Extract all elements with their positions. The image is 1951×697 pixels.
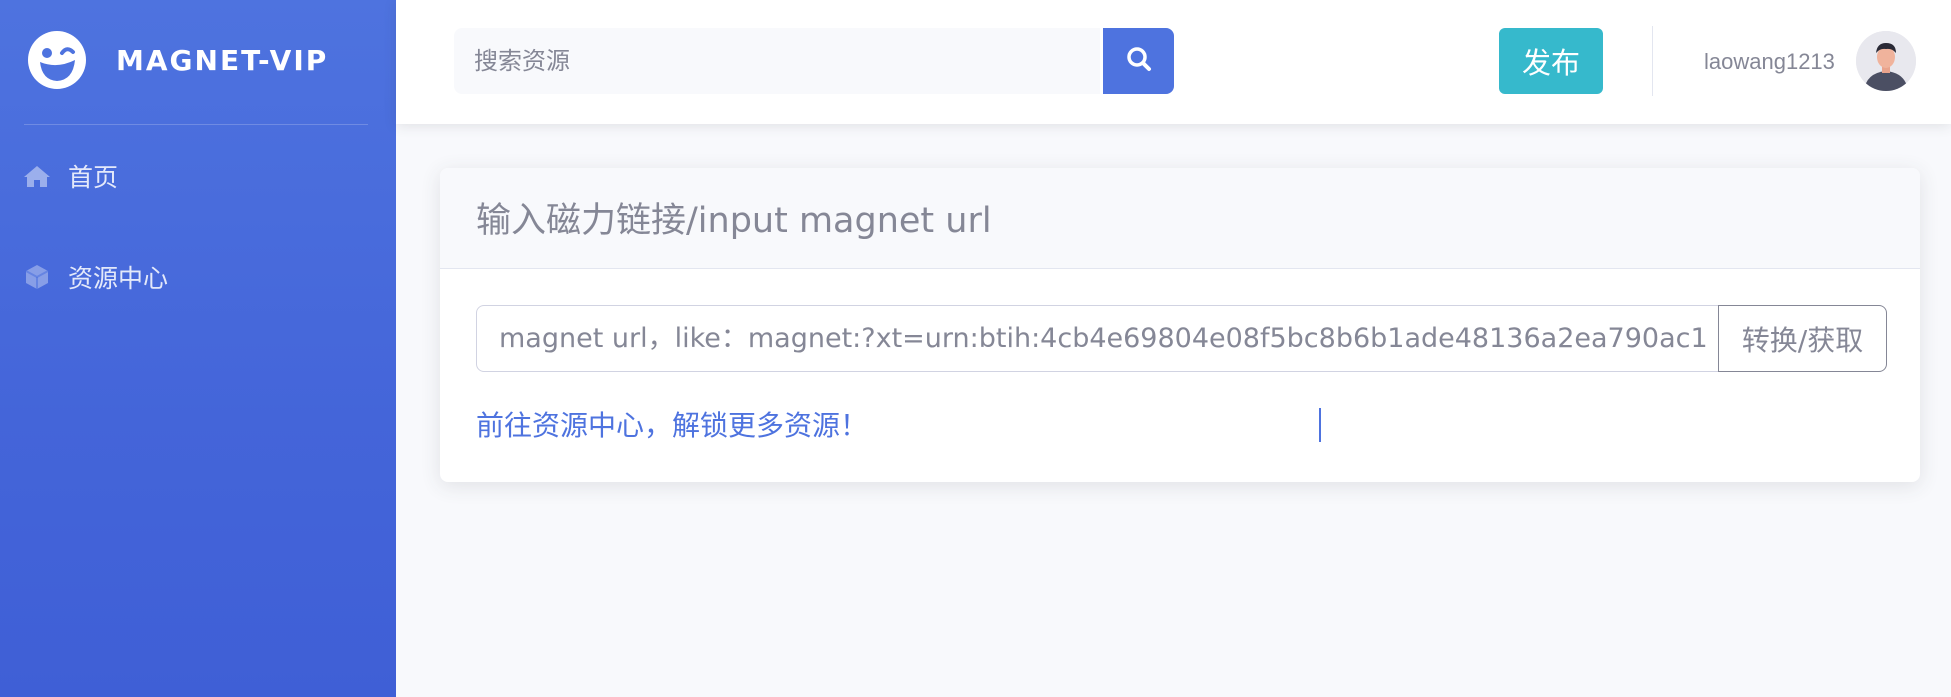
card-header: 输入磁力链接/input magnet url bbox=[440, 168, 1920, 269]
magnet-card: 输入磁力链接/input magnet url 转换/获取 前往资源中心，解锁更… bbox=[440, 168, 1920, 482]
publish-button[interactable]: 发布 bbox=[1499, 28, 1603, 94]
laughing-wink-icon bbox=[28, 31, 86, 89]
magnet-url-input[interactable] bbox=[476, 305, 1720, 372]
brand-name: MAGNET-VIP bbox=[116, 44, 329, 77]
resource-center-link[interactable]: 前往资源中心，解锁更多资源！ bbox=[476, 404, 868, 444]
topbar-divider bbox=[1652, 26, 1653, 96]
sidebar-divider bbox=[24, 124, 368, 125]
sidebar: MAGNET-VIP 首页 资源中心 bbox=[0, 0, 396, 697]
user-avatar[interactable] bbox=[1856, 31, 1916, 91]
card-title: 输入磁力链接/input magnet url bbox=[476, 201, 992, 241]
sidebar-item-resource-center[interactable]: 资源中心 bbox=[22, 257, 168, 297]
convert-button[interactable]: 转换/获取 bbox=[1718, 305, 1887, 372]
topbar: 发布 laowang1213 bbox=[396, 0, 1951, 124]
cube-icon bbox=[22, 262, 52, 292]
text-cursor bbox=[1319, 408, 1321, 442]
search-input[interactable] bbox=[454, 28, 1100, 94]
brand[interactable]: MAGNET-VIP bbox=[0, 0, 396, 124]
search-icon bbox=[1126, 46, 1152, 77]
home-icon bbox=[22, 161, 52, 191]
sidebar-item-home[interactable]: 首页 bbox=[22, 156, 118, 196]
sidebar-item-label: 资源中心 bbox=[68, 265, 169, 293]
search-button[interactable] bbox=[1103, 28, 1174, 94]
sidebar-item-label: 首页 bbox=[68, 164, 119, 192]
username[interactable]: laowang1213 bbox=[1704, 49, 1835, 75]
